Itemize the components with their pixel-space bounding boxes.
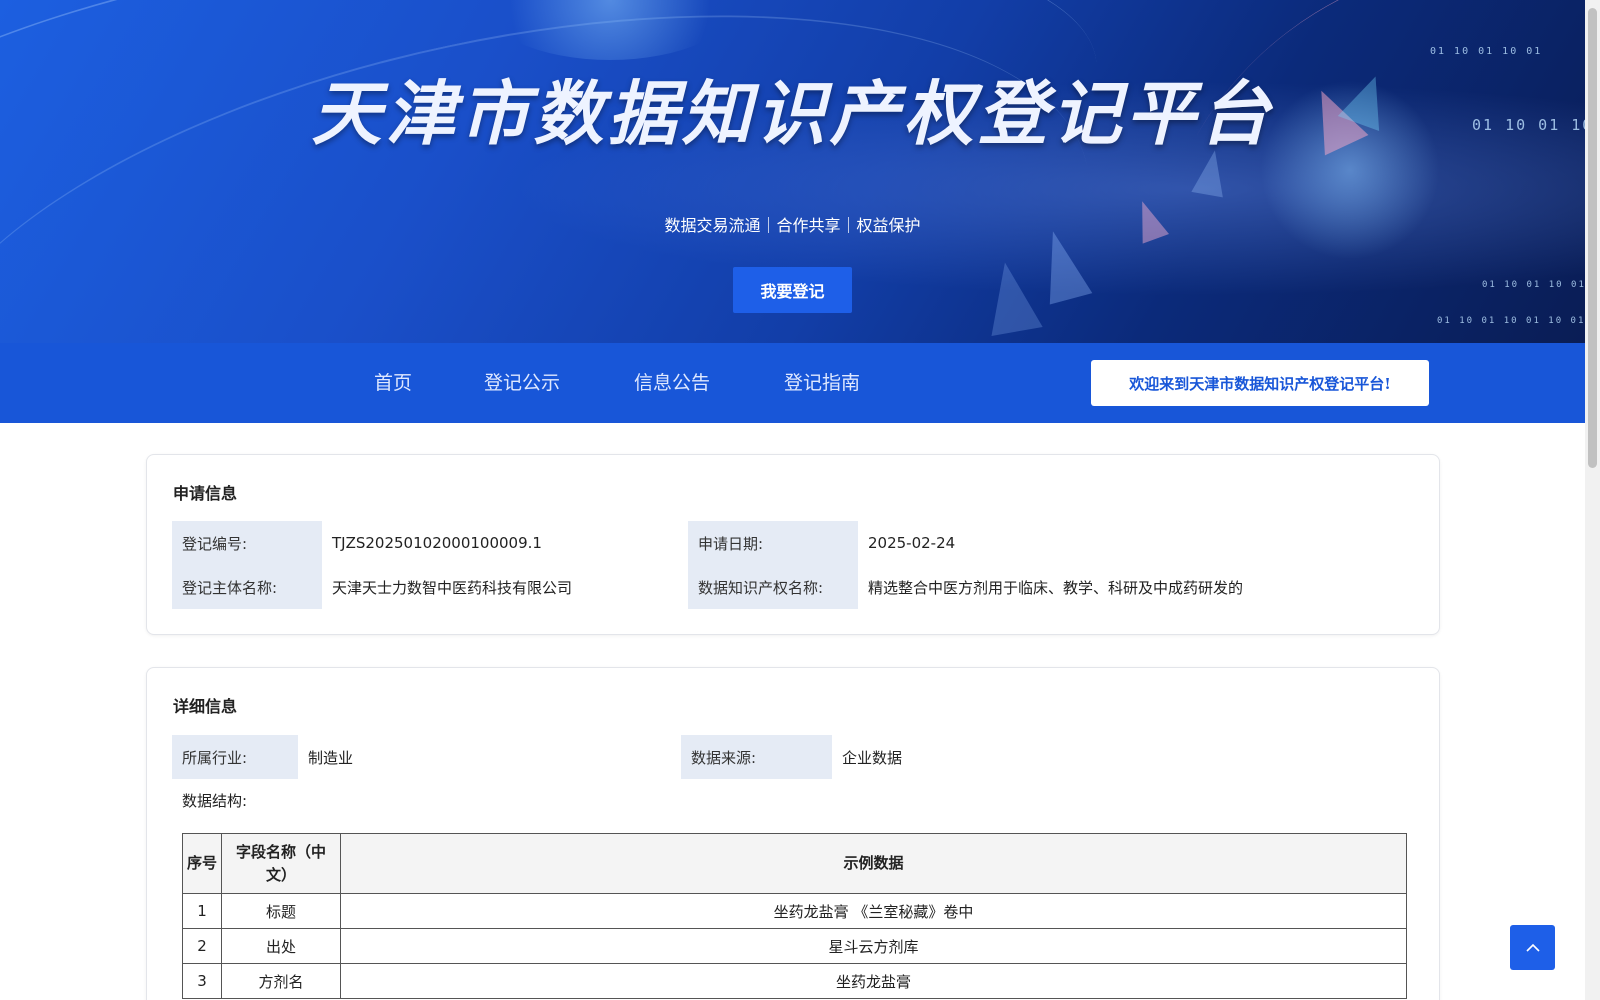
table-row: 2 出处 星斗云方剂库 xyxy=(182,928,1407,964)
column-header-index: 序号 xyxy=(182,833,222,894)
apply-date-label: 申请日期: xyxy=(688,521,858,565)
cell-index: 1 xyxy=(182,893,222,929)
cell-index: 3 xyxy=(182,963,222,999)
welcome-message: 欢迎来到天津市数据知识产权登记平台! xyxy=(1091,360,1429,406)
section-title: 申请信息 xyxy=(173,484,238,503)
nav-item-registration-publicity[interactable]: 登记公示 xyxy=(484,343,560,423)
back-to-top-button[interactable] xyxy=(1510,925,1555,970)
page-scrollbar[interactable] xyxy=(1585,0,1600,1000)
data-source-label: 数据来源: xyxy=(681,735,832,779)
platform-title: 天津市数据知识产权登记平台 xyxy=(311,73,1274,155)
application-info-card: 申请信息 登记编号: TJZS20250102000100009.1 申请日期:… xyxy=(146,454,1440,635)
binary-code-decoration: 01 10 01 10 01 xyxy=(1430,46,1543,57)
ip-name-value: 精选整合中医方剂用于临床、教学、科研及中成药研发的 xyxy=(868,578,1244,597)
cell-field-name: 标题 xyxy=(221,893,341,929)
table-row: 3 方剂名 坐药龙盐膏 xyxy=(182,963,1407,999)
detail-info-card: 详细信息 所属行业: 制造业 数据来源: 企业数据 数据结构: 序号 字段名称（… xyxy=(146,667,1440,1000)
apply-date-value: 2025-02-24 xyxy=(868,534,956,552)
nav-item-registration-guide[interactable]: 登记指南 xyxy=(784,343,860,423)
subject-name-value: 天津天士力数智中医药科技有限公司 xyxy=(332,578,573,597)
data-source-value: 企业数据 xyxy=(842,748,903,767)
industry-label: 所属行业: xyxy=(172,735,298,779)
cell-index: 2 xyxy=(182,928,222,964)
cell-sample-data: 坐药龙盐膏 xyxy=(340,963,1407,999)
table-row: 1 标题 坐药龙盐膏 《兰室秘藏》卷中 xyxy=(182,893,1407,929)
data-structure-table: 序号 字段名称（中文） 示例数据 1 标题 坐药龙盐膏 《兰室秘藏》卷中 2 出… xyxy=(182,833,1407,999)
column-header-field-name: 字段名称（中文） xyxy=(221,833,341,894)
register-button[interactable]: 我要登记 xyxy=(733,267,852,313)
cell-sample-data: 坐药龙盐膏 《兰室秘藏》卷中 xyxy=(340,893,1407,929)
column-header-sample-data: 示例数据 xyxy=(340,833,1407,894)
reg-no-label: 登记编号: xyxy=(172,521,322,565)
scrollbar-thumb[interactable] xyxy=(1588,8,1597,468)
subject-name-label: 登记主体名称: xyxy=(172,565,322,609)
binary-code-decoration: 01 10 01 10 01 10 01 10 01 xyxy=(1437,316,1585,326)
cell-field-name: 出处 xyxy=(221,928,341,964)
nav-item-home[interactable]: 首页 xyxy=(374,343,412,423)
table-header-row: 序号 字段名称（中文） 示例数据 xyxy=(182,833,1407,894)
nav-item-announcements[interactable]: 信息公告 xyxy=(634,343,710,423)
cell-sample-data: 星斗云方剂库 xyxy=(340,928,1407,964)
ip-name-label: 数据知识产权名称: xyxy=(688,565,858,609)
cell-field-name: 方剂名 xyxy=(221,963,341,999)
data-structure-label: 数据结构: xyxy=(182,791,248,810)
section-title: 详细信息 xyxy=(173,697,238,716)
chevron-up-icon xyxy=(1525,938,1541,957)
reg-no-value: TJZS20250102000100009.1 xyxy=(332,534,542,552)
binary-code-decoration: 01 10 01 10 01 10 01 10 xyxy=(1482,280,1585,290)
platform-slogan: 数据交易流通｜合作共享｜权益保护 xyxy=(664,216,921,235)
industry-value: 制造业 xyxy=(308,748,354,767)
